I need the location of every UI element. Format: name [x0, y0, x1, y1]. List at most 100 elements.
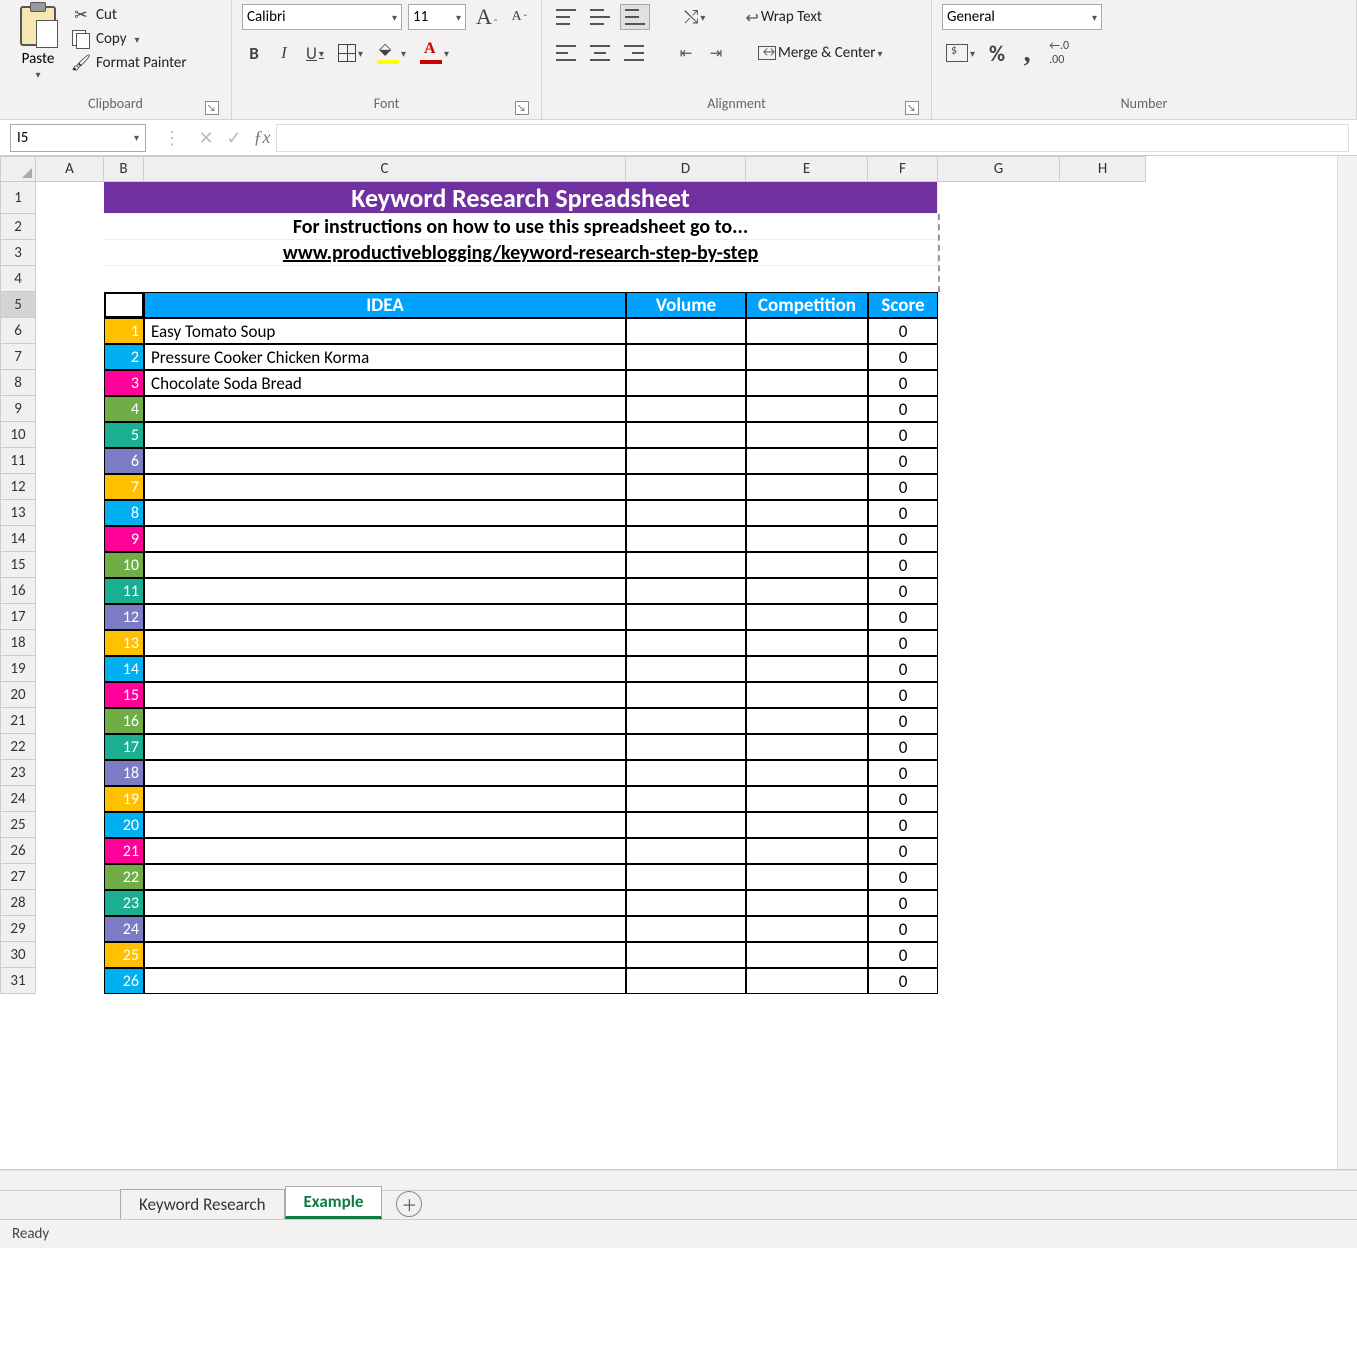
- font-name-combo[interactable]: Calibri▾: [242, 4, 402, 30]
- score-cell-9[interactable]: 0: [868, 526, 938, 552]
- idea-cell-12[interactable]: [144, 604, 626, 630]
- copy-button[interactable]: Copy ▾: [72, 30, 187, 48]
- chevron-down-icon[interactable]: ▾: [135, 33, 140, 46]
- column-header-E[interactable]: E: [746, 156, 868, 182]
- row-header-28[interactable]: 28: [0, 890, 36, 916]
- volume-cell-14[interactable]: [626, 656, 746, 682]
- score-cell-22[interactable]: 0: [868, 864, 938, 890]
- competition-cell-1[interactable]: [746, 318, 868, 344]
- sheet-tab-example[interactable]: Example: [285, 1186, 383, 1219]
- idea-cell-18[interactable]: [144, 760, 626, 786]
- idea-cell-21[interactable]: [144, 838, 626, 864]
- score-cell-3[interactable]: 0: [868, 370, 938, 396]
- font-size-combo[interactable]: 11▾: [408, 4, 466, 30]
- row-header-9[interactable]: 9: [0, 396, 36, 422]
- row-header-27[interactable]: 27: [0, 864, 36, 890]
- cells-area[interactable]: Keyword Research SpreadsheetFor instruct…: [36, 182, 1357, 1169]
- score-cell-13[interactable]: 0: [868, 630, 938, 656]
- competition-cell-24[interactable]: [746, 916, 868, 942]
- row-header-18[interactable]: 18: [0, 630, 36, 656]
- volume-cell-6[interactable]: [626, 448, 746, 474]
- idea-cell-22[interactable]: [144, 864, 626, 890]
- insert-function-button[interactable]: ƒx: [248, 127, 276, 148]
- score-cell-8[interactable]: 0: [868, 500, 938, 526]
- score-cell-24[interactable]: 0: [868, 916, 938, 942]
- column-header-H[interactable]: H: [1060, 156, 1146, 182]
- volume-cell-16[interactable]: [626, 708, 746, 734]
- competition-cell-11[interactable]: [746, 578, 868, 604]
- dialog-launcher-clipboard[interactable]: [205, 101, 219, 115]
- score-cell-16[interactable]: 0: [868, 708, 938, 734]
- row-header-20[interactable]: 20: [0, 682, 36, 708]
- volume-cell-3[interactable]: [626, 370, 746, 396]
- idea-cell-23[interactable]: [144, 890, 626, 916]
- worksheet[interactable]: ABCDEFGH 1234567891011121314151617181920…: [0, 156, 1357, 1170]
- row-header-17[interactable]: 17: [0, 604, 36, 630]
- format-painter-button[interactable]: Format Painter: [72, 54, 187, 72]
- row-header-3[interactable]: 3: [0, 240, 36, 266]
- column-header-F[interactable]: F: [868, 156, 938, 182]
- idea-cell-1[interactable]: Easy Tomato Soup: [144, 318, 626, 344]
- idea-cell-7[interactable]: [144, 474, 626, 500]
- idea-cell-8[interactable]: [144, 500, 626, 526]
- idea-cell-6[interactable]: [144, 448, 626, 474]
- score-cell-20[interactable]: 0: [868, 812, 938, 838]
- cancel-formula-button[interactable]: ✕: [192, 127, 220, 149]
- align-bottom-button[interactable]: [620, 4, 650, 30]
- new-sheet-button[interactable]: ＋: [396, 1191, 422, 1217]
- volume-cell-25[interactable]: [626, 942, 746, 968]
- volume-cell-19[interactable]: [626, 786, 746, 812]
- competition-cell-22[interactable]: [746, 864, 868, 890]
- comma-button[interactable]: ,: [1015, 40, 1039, 66]
- select-all-corner[interactable]: [0, 156, 36, 182]
- align-left-button[interactable]: [552, 40, 580, 66]
- competition-cell-20[interactable]: [746, 812, 868, 838]
- score-cell-17[interactable]: 0: [868, 734, 938, 760]
- volume-cell-1[interactable]: [626, 318, 746, 344]
- percent-button[interactable]: %: [985, 40, 1009, 66]
- competition-cell-5[interactable]: [746, 422, 868, 448]
- row-header-25[interactable]: 25: [0, 812, 36, 838]
- competition-cell-2[interactable]: [746, 344, 868, 370]
- volume-cell-7[interactable]: [626, 474, 746, 500]
- competition-cell-26[interactable]: [746, 968, 868, 994]
- volume-cell-21[interactable]: [626, 838, 746, 864]
- row-header-4[interactable]: 4: [0, 266, 36, 292]
- volume-cell-22[interactable]: [626, 864, 746, 890]
- competition-cell-9[interactable]: [746, 526, 868, 552]
- volume-cell-18[interactable]: [626, 760, 746, 786]
- row-header-15[interactable]: 15: [0, 552, 36, 578]
- increase-font-button[interactable]: Aˆ: [472, 4, 501, 30]
- competition-cell-7[interactable]: [746, 474, 868, 500]
- idea-cell-4[interactable]: [144, 396, 626, 422]
- idea-cell-9[interactable]: [144, 526, 626, 552]
- bold-button[interactable]: B: [242, 40, 266, 66]
- volume-cell-20[interactable]: [626, 812, 746, 838]
- row-header-13[interactable]: 13: [0, 500, 36, 526]
- score-cell-18[interactable]: 0: [868, 760, 938, 786]
- competition-cell-17[interactable]: [746, 734, 868, 760]
- idea-cell-15[interactable]: [144, 682, 626, 708]
- score-cell-4[interactable]: 0: [868, 396, 938, 422]
- fill-color-button[interactable]: ▾: [373, 40, 410, 66]
- idea-cell-13[interactable]: [144, 630, 626, 656]
- score-cell-19[interactable]: 0: [868, 786, 938, 812]
- score-cell-10[interactable]: 0: [868, 552, 938, 578]
- row-header-7[interactable]: 7: [0, 344, 36, 370]
- row-header-16[interactable]: 16: [0, 578, 36, 604]
- score-cell-12[interactable]: 0: [868, 604, 938, 630]
- sheet-tab-keyword-research[interactable]: Keyword Research: [120, 1189, 285, 1219]
- row-header-5[interactable]: 5: [0, 292, 36, 318]
- orientation-button[interactable]: ▾: [680, 4, 709, 30]
- idea-cell-16[interactable]: [144, 708, 626, 734]
- competition-cell-3[interactable]: [746, 370, 868, 396]
- row-header-29[interactable]: 29: [0, 916, 36, 942]
- instructions-link[interactable]: www.productiveblogging/keyword-research-…: [104, 240, 938, 266]
- column-header-C[interactable]: C: [144, 156, 626, 182]
- row-header-6[interactable]: 6: [0, 318, 36, 344]
- row-header-19[interactable]: 19: [0, 656, 36, 682]
- row-header-8[interactable]: 8: [0, 370, 36, 396]
- row-header-22[interactable]: 22: [0, 734, 36, 760]
- competition-cell-18[interactable]: [746, 760, 868, 786]
- volume-cell-15[interactable]: [626, 682, 746, 708]
